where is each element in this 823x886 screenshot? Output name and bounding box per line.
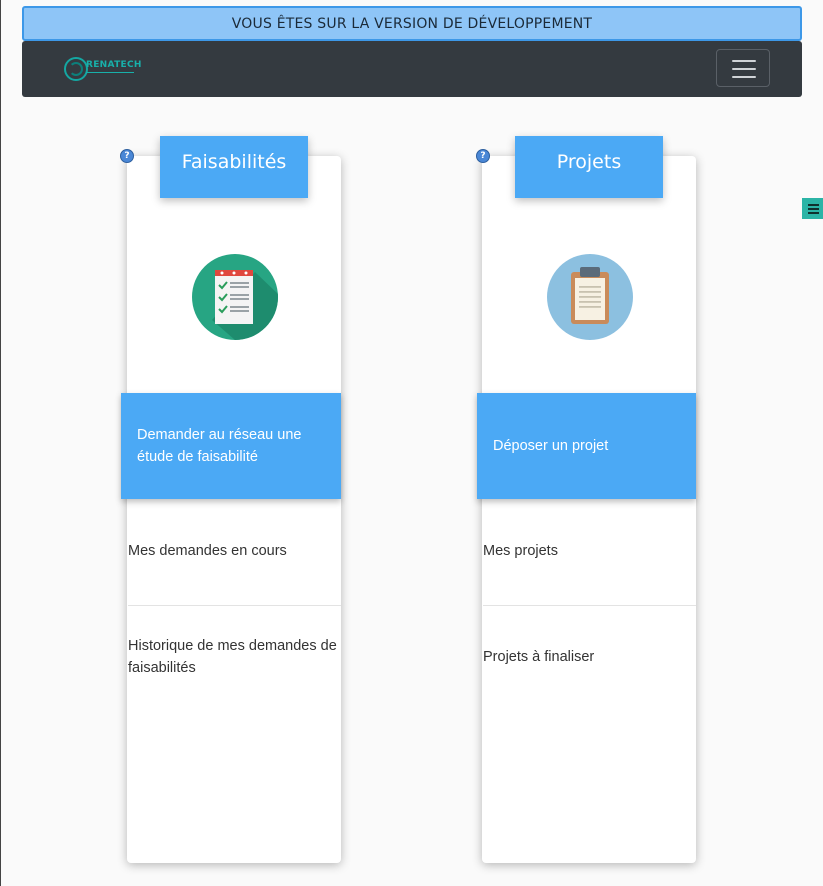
feasibility-card-header: Faisabilités	[160, 136, 308, 198]
top-navbar: RENATECH	[22, 41, 802, 97]
menu-lines-icon	[807, 203, 819, 206]
logo-underline	[86, 72, 134, 73]
request-history-link[interactable]: Historique de mes demandes de faisabilit…	[128, 635, 338, 679]
submit-project-button[interactable]: Déposer un projet	[477, 393, 696, 499]
projects-to-finalize-link[interactable]: Projets à finaliser	[483, 646, 693, 668]
feasibility-title: Faisabilités	[181, 151, 287, 173]
request-feasibility-label: Demander au réseau une étude de faisabil…	[137, 427, 302, 465]
my-current-requests-link[interactable]: Mes demandes en cours	[128, 540, 338, 562]
my-projects-link[interactable]: Mes projets	[483, 540, 693, 562]
projects-divider	[483, 605, 696, 606]
projects-title: Projets	[556, 151, 622, 173]
feasibility-divider	[128, 605, 341, 606]
clipboard-icon	[547, 254, 633, 340]
projects-help-icon[interactable]: ?	[476, 149, 490, 163]
development-version-banner: VOUS ÊTES SUR LA VERSION DE DÉVELOPPEMEN…	[22, 6, 802, 41]
logo-text: RENATECH	[86, 60, 142, 70]
projects-card-header: Projets	[515, 136, 663, 198]
request-feasibility-study-button[interactable]: Demander au réseau une étude de faisabil…	[121, 393, 341, 499]
checklist-icon	[192, 254, 278, 340]
renatech-logo[interactable]: RENATECH	[64, 54, 141, 84]
navbar-toggle-button[interactable]	[716, 49, 770, 87]
hamburger-icon	[732, 60, 756, 62]
side-panel-handle[interactable]	[802, 198, 823, 219]
logo-ring-icon	[64, 57, 88, 81]
banner-text: VOUS ÊTES SUR LA VERSION DE DÉVELOPPEMEN…	[231, 15, 593, 32]
submit-project-label: Déposer un projet	[493, 438, 609, 454]
feasibility-help-icon[interactable]: ?	[120, 149, 134, 163]
